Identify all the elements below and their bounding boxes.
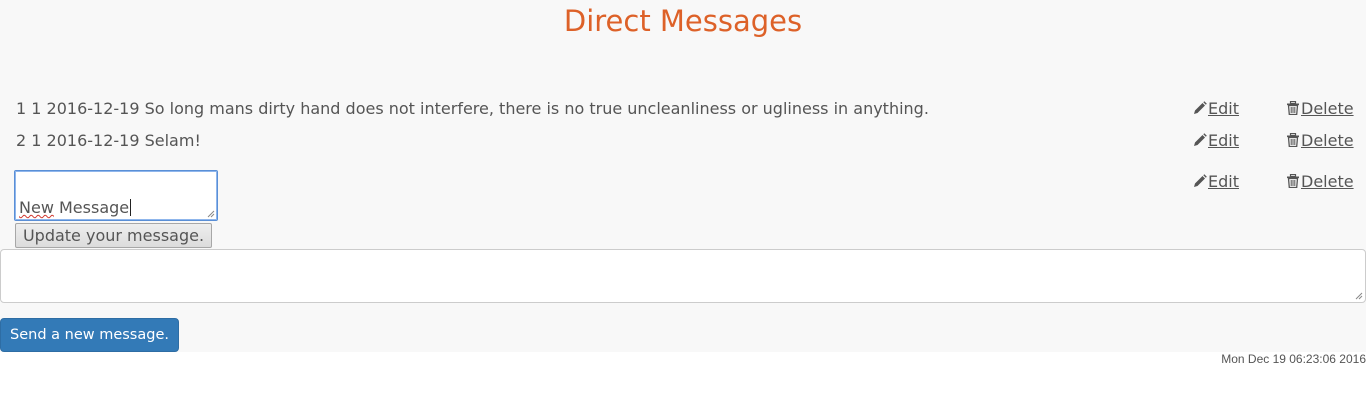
page-title: Direct Messages	[563, 4, 803, 38]
new-message-textarea[interactable]	[0, 249, 1366, 303]
edit-message-value: New Message	[19, 198, 132, 217]
delete-label: Delete	[1301, 131, 1354, 150]
edit-link[interactable]: Edit	[1193, 172, 1239, 191]
text-caret	[130, 199, 132, 216]
footer-timestamp: Mon Dec 19 06:23:06 2016	[1221, 352, 1366, 366]
trash-icon	[1287, 133, 1299, 147]
edit-message-textarea[interactable]: New Message	[14, 170, 218, 221]
pencil-icon	[1194, 174, 1207, 187]
trash-icon	[1287, 101, 1299, 115]
delete-link[interactable]: Delete	[1286, 131, 1354, 150]
message-text: 2 1 2016-12-19 Selam!	[16, 131, 201, 150]
messages-panel: Direct Messages 1 1 2016-12-19 So long m…	[0, 0, 1366, 352]
edit-value-word: New	[19, 198, 54, 217]
edit-link[interactable]: Edit	[1193, 131, 1239, 150]
edit-label: Edit	[1208, 131, 1239, 150]
update-message-button[interactable]: Update your message.	[15, 223, 212, 248]
resize-handle-icon[interactable]	[1355, 292, 1363, 300]
edit-value-rest: Message	[53, 198, 130, 217]
edit-link[interactable]: Edit	[1193, 99, 1239, 118]
delete-link[interactable]: Delete	[1286, 99, 1354, 118]
delete-label: Delete	[1301, 172, 1354, 191]
delete-link[interactable]: Delete	[1286, 172, 1354, 191]
trash-icon	[1287, 174, 1299, 188]
edit-label: Edit	[1208, 172, 1239, 191]
message-text: 1 1 2016-12-19 So long mans dirty hand d…	[16, 99, 929, 118]
edit-label: Edit	[1208, 99, 1239, 118]
resize-handle-icon[interactable]	[207, 210, 215, 218]
pencil-icon	[1194, 101, 1207, 114]
delete-label: Delete	[1301, 99, 1354, 118]
pencil-icon	[1194, 133, 1207, 146]
send-message-button[interactable]: Send a new message.	[0, 318, 179, 352]
